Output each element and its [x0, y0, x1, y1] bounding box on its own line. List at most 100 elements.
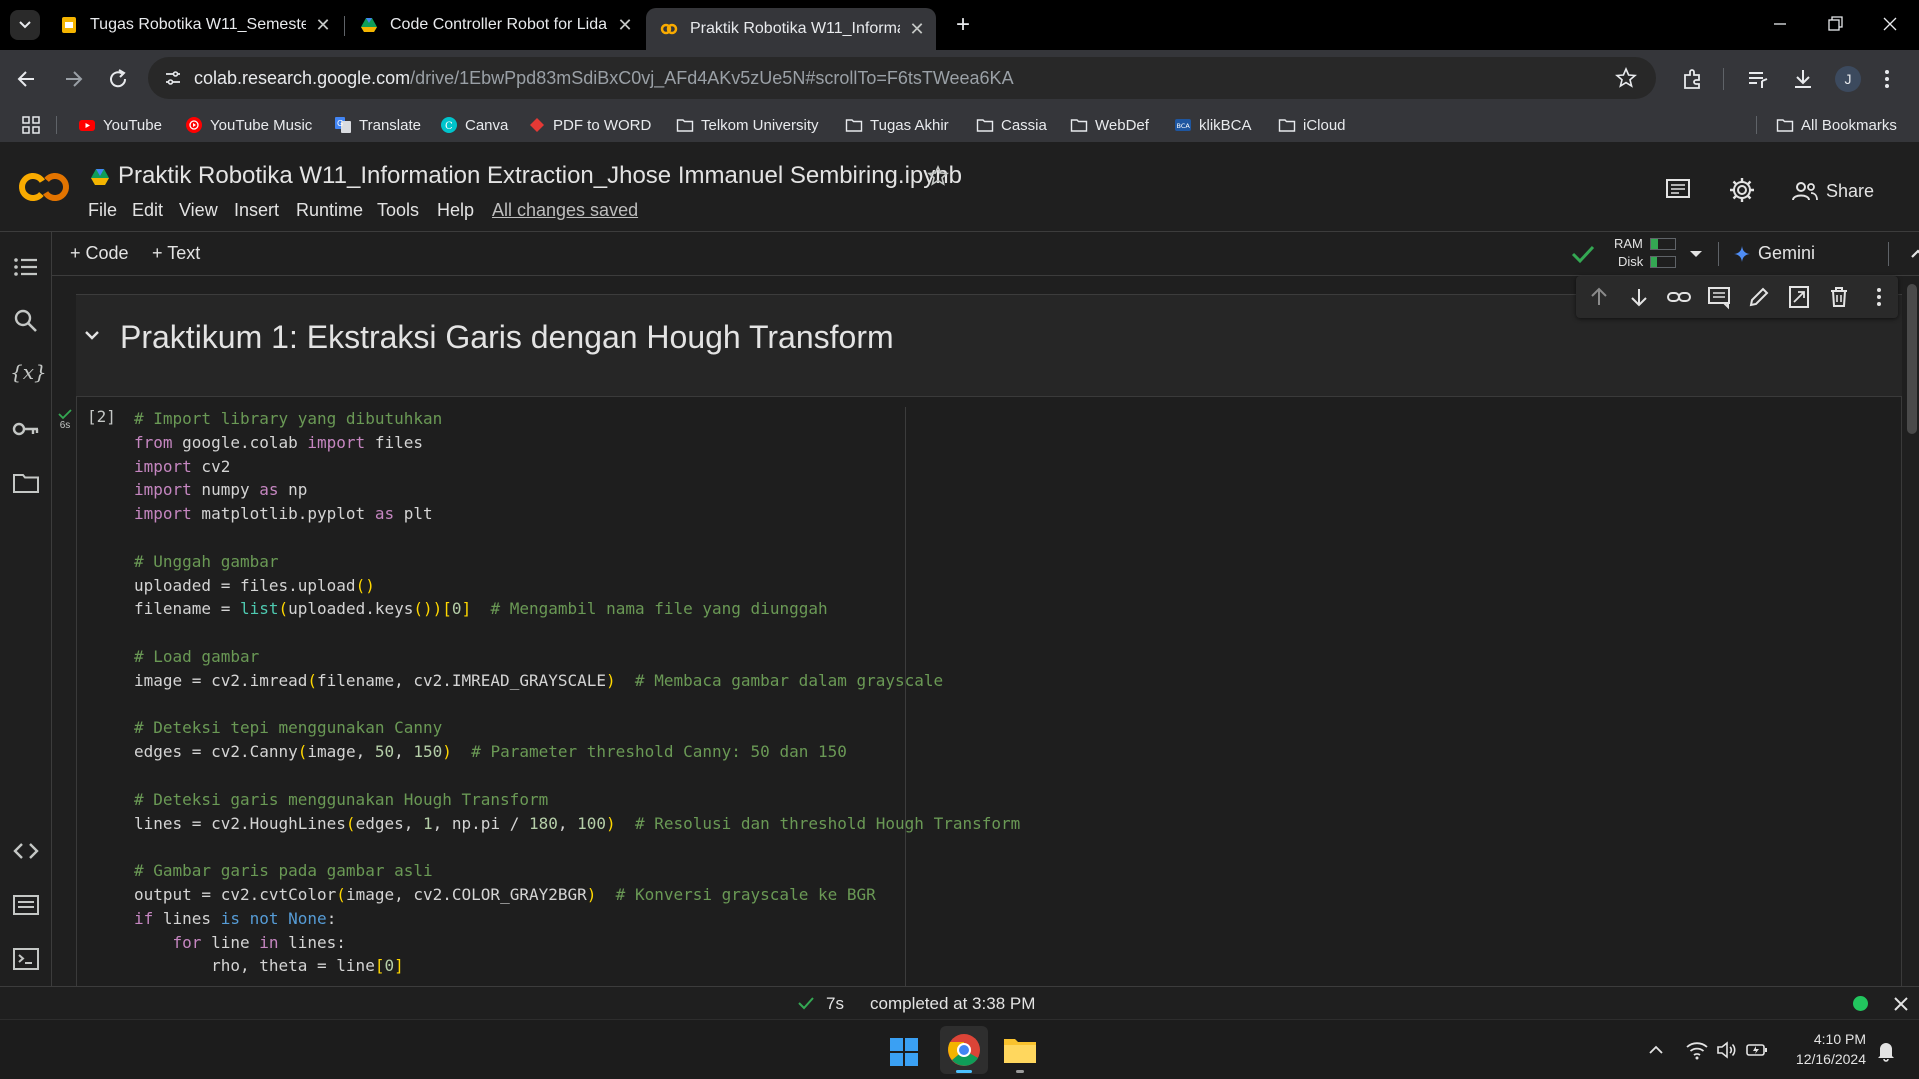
save-status[interactable]: All changes saved: [492, 200, 638, 221]
divider: [1723, 68, 1724, 90]
more-options-icon[interactable]: [1866, 284, 1892, 310]
colab-logo[interactable]: [18, 170, 70, 204]
forward-button[interactable]: [60, 66, 86, 92]
bookmark-label: iCloud: [1303, 116, 1346, 134]
move-cell-up-icon[interactable]: [1586, 284, 1612, 310]
bca-icon: BCA: [1175, 119, 1191, 131]
star-notebook-icon[interactable]: [926, 164, 950, 188]
menu-edit[interactable]: Edit: [132, 200, 163, 221]
download-icon[interactable]: [1790, 66, 1816, 92]
bookmark-youtube[interactable]: YouTube: [78, 114, 162, 136]
clock-date[interactable]: 12/16/2024: [1770, 1051, 1866, 1067]
move-cell-down-icon[interactable]: [1626, 284, 1652, 310]
back-button[interactable]: [14, 66, 40, 92]
collapse-section-chevron-icon[interactable]: [82, 325, 102, 345]
kernel-status-dot[interactable]: [1853, 996, 1868, 1011]
secrets-key-icon[interactable]: [11, 414, 41, 444]
close-window-icon[interactable]: [1880, 14, 1900, 34]
settings-gear-icon[interactable]: [1728, 176, 1756, 204]
site-settings-icon[interactable]: [162, 67, 184, 89]
youtube-music-icon: [186, 117, 202, 133]
variables-icon[interactable]: {x}: [10, 360, 47, 390]
notebook-scrollbar[interactable]: [1904, 276, 1919, 986]
notification-bell-icon[interactable]: [1876, 1040, 1896, 1062]
code-snippets-icon[interactable]: [11, 836, 41, 866]
comments-icon[interactable]: [1664, 176, 1692, 204]
bookmark-telkom-university[interactable]: Telkom University: [676, 114, 819, 136]
profile-avatar[interactable]: J: [1835, 66, 1861, 92]
close-tab-icon[interactable]: ✕: [908, 19, 926, 40]
clock-time[interactable]: 4:10 PM: [1770, 1031, 1866, 1047]
new-tab-button[interactable]: +: [950, 12, 976, 38]
bookmark-label: PDF to WORD: [553, 116, 652, 134]
code-cell[interactable]: [2] # Import library yang dibutuhkan fro…: [76, 396, 1902, 986]
extensions-icon[interactable]: [1680, 66, 1706, 92]
close-tab-icon[interactable]: ✕: [314, 15, 332, 36]
bookmark-translate[interactable]: G Translate: [334, 114, 421, 136]
address-bar[interactable]: colab.research.google.com/drive/1EbwPpd8…: [148, 57, 1656, 99]
gemini-sparkle-icon: [1734, 245, 1750, 262]
bookmark-pdf-to-word[interactable]: PDF to WORD: [528, 114, 651, 136]
delete-cell-icon[interactable]: [1826, 284, 1852, 310]
runtime-dropdown-icon[interactable]: [1688, 246, 1704, 262]
menu-file[interactable]: File: [88, 200, 117, 221]
menu-tools[interactable]: Tools: [377, 200, 419, 221]
terminal-icon[interactable]: [11, 944, 41, 974]
search-icon[interactable]: [11, 306, 41, 336]
bookmark-tugas-akhir[interactable]: Tugas Akhir: [845, 114, 949, 136]
execution-status-text[interactable]: completed at 3:38 PM: [870, 994, 1035, 1014]
bookmark-youtube-music[interactable]: YouTube Music: [185, 114, 312, 136]
chrome-taskbar-button[interactable]: [940, 1026, 988, 1074]
browser-tab-1[interactable]: Tugas Robotika W11_Semester ✕: [46, 8, 342, 42]
menu-runtime[interactable]: Runtime: [296, 200, 363, 221]
active-indicator: [956, 1070, 972, 1073]
execution-count[interactable]: [2]: [87, 407, 116, 426]
bookmark-canva[interactable]: C Canva: [440, 114, 508, 136]
scrollbar-thumb[interactable]: [1907, 284, 1917, 434]
bookmark-star-icon[interactable]: [1614, 66, 1638, 90]
notebook-title[interactable]: Praktik Robotika W11_Information Extract…: [118, 162, 962, 190]
connected-check-icon[interactable]: [1570, 242, 1596, 266]
execution-duration[interactable]: 7s: [826, 994, 844, 1014]
battery-charging-icon[interactable]: [1746, 1040, 1768, 1060]
bookmark-icloud[interactable]: iCloud: [1278, 114, 1346, 136]
close-tab-icon[interactable]: ✕: [616, 15, 634, 36]
link-to-cell-icon[interactable]: [1666, 284, 1692, 310]
all-bookmarks-button[interactable]: All Bookmarks: [1776, 114, 1897, 136]
apps-grid-icon[interactable]: [22, 114, 40, 136]
menu-insert[interactable]: Insert: [234, 200, 279, 221]
menu-help[interactable]: Help: [437, 200, 474, 221]
disk-meter: [1650, 256, 1676, 268]
chrome-menu-icon[interactable]: [1882, 66, 1892, 92]
add-text-button[interactable]: + Text: [152, 243, 200, 264]
browser-tab-3-active[interactable]: Praktik Robotika W11_Informati ✕: [646, 8, 936, 50]
edit-pencil-icon[interactable]: [1746, 284, 1772, 310]
menu-view[interactable]: View: [179, 200, 218, 221]
bookmark-webdef[interactable]: WebDef: [1070, 114, 1149, 136]
show-hidden-icons-chevron-icon[interactable]: [1648, 1042, 1664, 1058]
windows-start-icon[interactable]: [890, 1038, 918, 1066]
code-editor[interactable]: # Import library yang dibutuhkan from go…: [134, 407, 1020, 978]
execution-check-icon: [798, 997, 814, 1010]
table-of-contents-icon[interactable]: [11, 252, 41, 282]
reload-button[interactable]: [105, 66, 131, 92]
mirror-cell-icon[interactable]: [1786, 284, 1812, 310]
volume-icon[interactable]: [1716, 1040, 1738, 1060]
files-folder-icon[interactable]: [11, 468, 41, 498]
add-comment-icon[interactable]: [1706, 284, 1732, 310]
command-palette-icon[interactable]: [11, 890, 41, 920]
tab-search-button[interactable]: [10, 10, 40, 40]
bookmark-klikbca[interactable]: BCA klikBCA: [1174, 114, 1252, 136]
file-explorer-taskbar-button[interactable]: [996, 1026, 1044, 1074]
share-button[interactable]: Share: [1792, 180, 1874, 202]
restore-window-icon[interactable]: [1825, 14, 1845, 34]
add-code-button[interactable]: + Code: [70, 243, 129, 264]
gemini-button[interactable]: Gemini: [1734, 243, 1815, 264]
minimize-window-icon[interactable]: [1770, 14, 1790, 34]
browser-tab-2[interactable]: Code Controller Robot for Lidar ✕: [346, 8, 644, 42]
collapse-header-icon[interactable]: [1908, 244, 1919, 264]
wifi-icon[interactable]: [1686, 1040, 1708, 1060]
bookmark-cassia[interactable]: Cassia: [976, 114, 1047, 136]
media-controls-icon[interactable]: [1745, 66, 1771, 92]
close-status-icon[interactable]: [1892, 995, 1910, 1013]
